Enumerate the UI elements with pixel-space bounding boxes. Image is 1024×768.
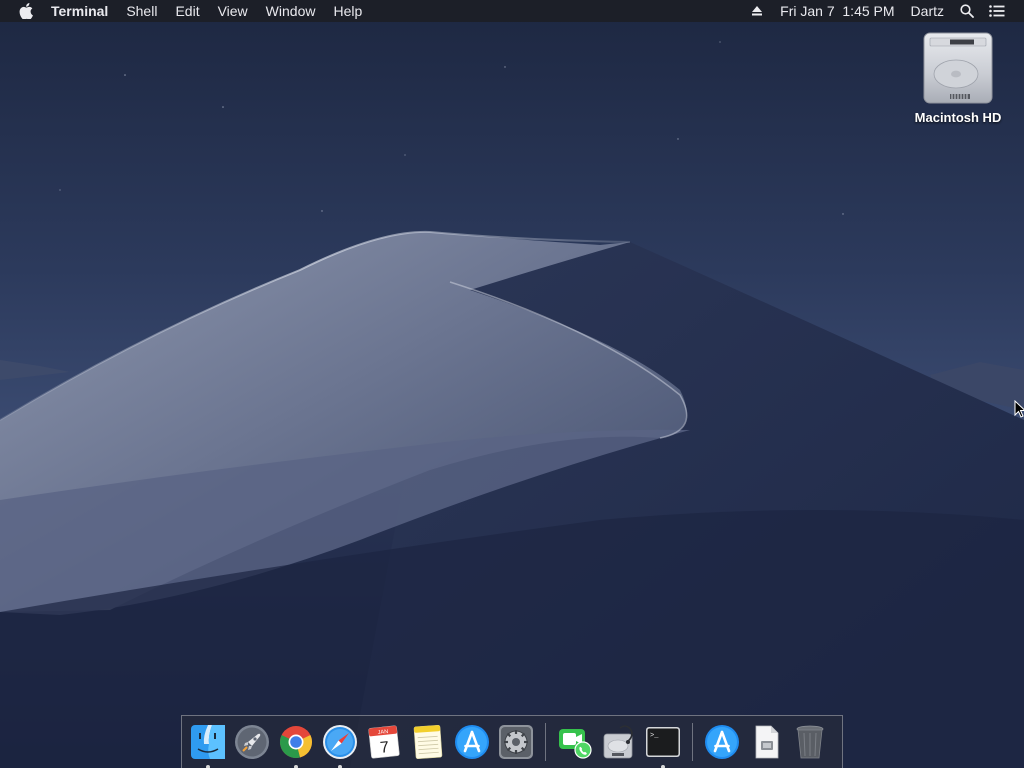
dock-item-finder[interactable] xyxy=(188,722,228,768)
document-icon xyxy=(755,725,779,759)
hard-drive-icon xyxy=(923,32,993,104)
trash-icon xyxy=(796,725,824,759)
dock-item-launchpad[interactable] xyxy=(232,722,272,762)
notes-icon xyxy=(413,724,443,760)
safari-icon xyxy=(323,725,357,759)
menu-app-terminal[interactable]: Terminal xyxy=(42,0,117,22)
system-preferences-icon xyxy=(499,725,533,759)
calendar-month: JAN xyxy=(378,729,389,736)
menu-view[interactable]: View xyxy=(209,0,257,22)
calendar-day: 7 xyxy=(379,739,390,757)
app-store-downloads-icon xyxy=(705,725,739,759)
dock-item-terminal[interactable]: >_ xyxy=(643,722,683,768)
finder-icon xyxy=(191,725,225,759)
dock-item-trash[interactable] xyxy=(790,722,830,762)
dock-item-safari[interactable] xyxy=(320,722,360,768)
dock-item-notes[interactable] xyxy=(408,722,448,762)
menu-edit[interactable]: Edit xyxy=(166,0,208,22)
chrome-icon xyxy=(279,726,313,759)
menu-help[interactable]: Help xyxy=(324,0,371,22)
wallpaper xyxy=(0,0,1024,768)
launchpad-icon xyxy=(235,725,269,759)
eject-icon[interactable] xyxy=(746,0,768,22)
dock-item-chrome[interactable] xyxy=(276,722,316,768)
calendar-icon: JAN 7 xyxy=(368,725,400,759)
dock: JAN 7 >_ xyxy=(181,715,843,768)
dock-item-document[interactable] xyxy=(746,722,786,762)
mouse-cursor-icon xyxy=(1014,400,1024,418)
menu-clock[interactable]: Fri Jan 7 1:45 PM xyxy=(772,0,902,22)
desktop-icon-macintosh-hd[interactable]: Macintosh HD xyxy=(906,30,1010,125)
menu-window[interactable]: Window xyxy=(257,0,325,22)
terminal-prompt: >_ xyxy=(650,732,659,740)
dock-item-app-store[interactable] xyxy=(452,722,492,762)
facetime-icon xyxy=(559,729,592,759)
desktop-icon-label: Macintosh HD xyxy=(914,110,1002,125)
dock-item-calendar[interactable]: JAN 7 xyxy=(364,722,404,762)
terminal-icon: >_ xyxy=(646,727,680,757)
dock-separator xyxy=(545,723,546,761)
disk-utility-icon xyxy=(603,725,633,759)
desktop[interactable]: Terminal Shell Edit View Window Help Fri… xyxy=(0,0,1024,768)
menu-shell[interactable]: Shell xyxy=(117,0,166,22)
dock-item-facetime[interactable] xyxy=(555,722,595,762)
menu-bar: Terminal Shell Edit View Window Help Fri… xyxy=(0,0,1024,22)
dock-item-system-preferences[interactable] xyxy=(496,722,536,762)
apple-icon[interactable] xyxy=(18,0,34,22)
dock-separator xyxy=(692,723,693,761)
dock-item-disk-utility[interactable] xyxy=(599,722,639,762)
app-store-icon xyxy=(455,725,489,759)
notification-center-icon[interactable] xyxy=(986,0,1008,22)
dock-item-downloads-stack[interactable] xyxy=(702,722,742,762)
spotlight-search-icon[interactable] xyxy=(956,0,978,22)
menu-user[interactable]: Dartz xyxy=(903,0,952,22)
